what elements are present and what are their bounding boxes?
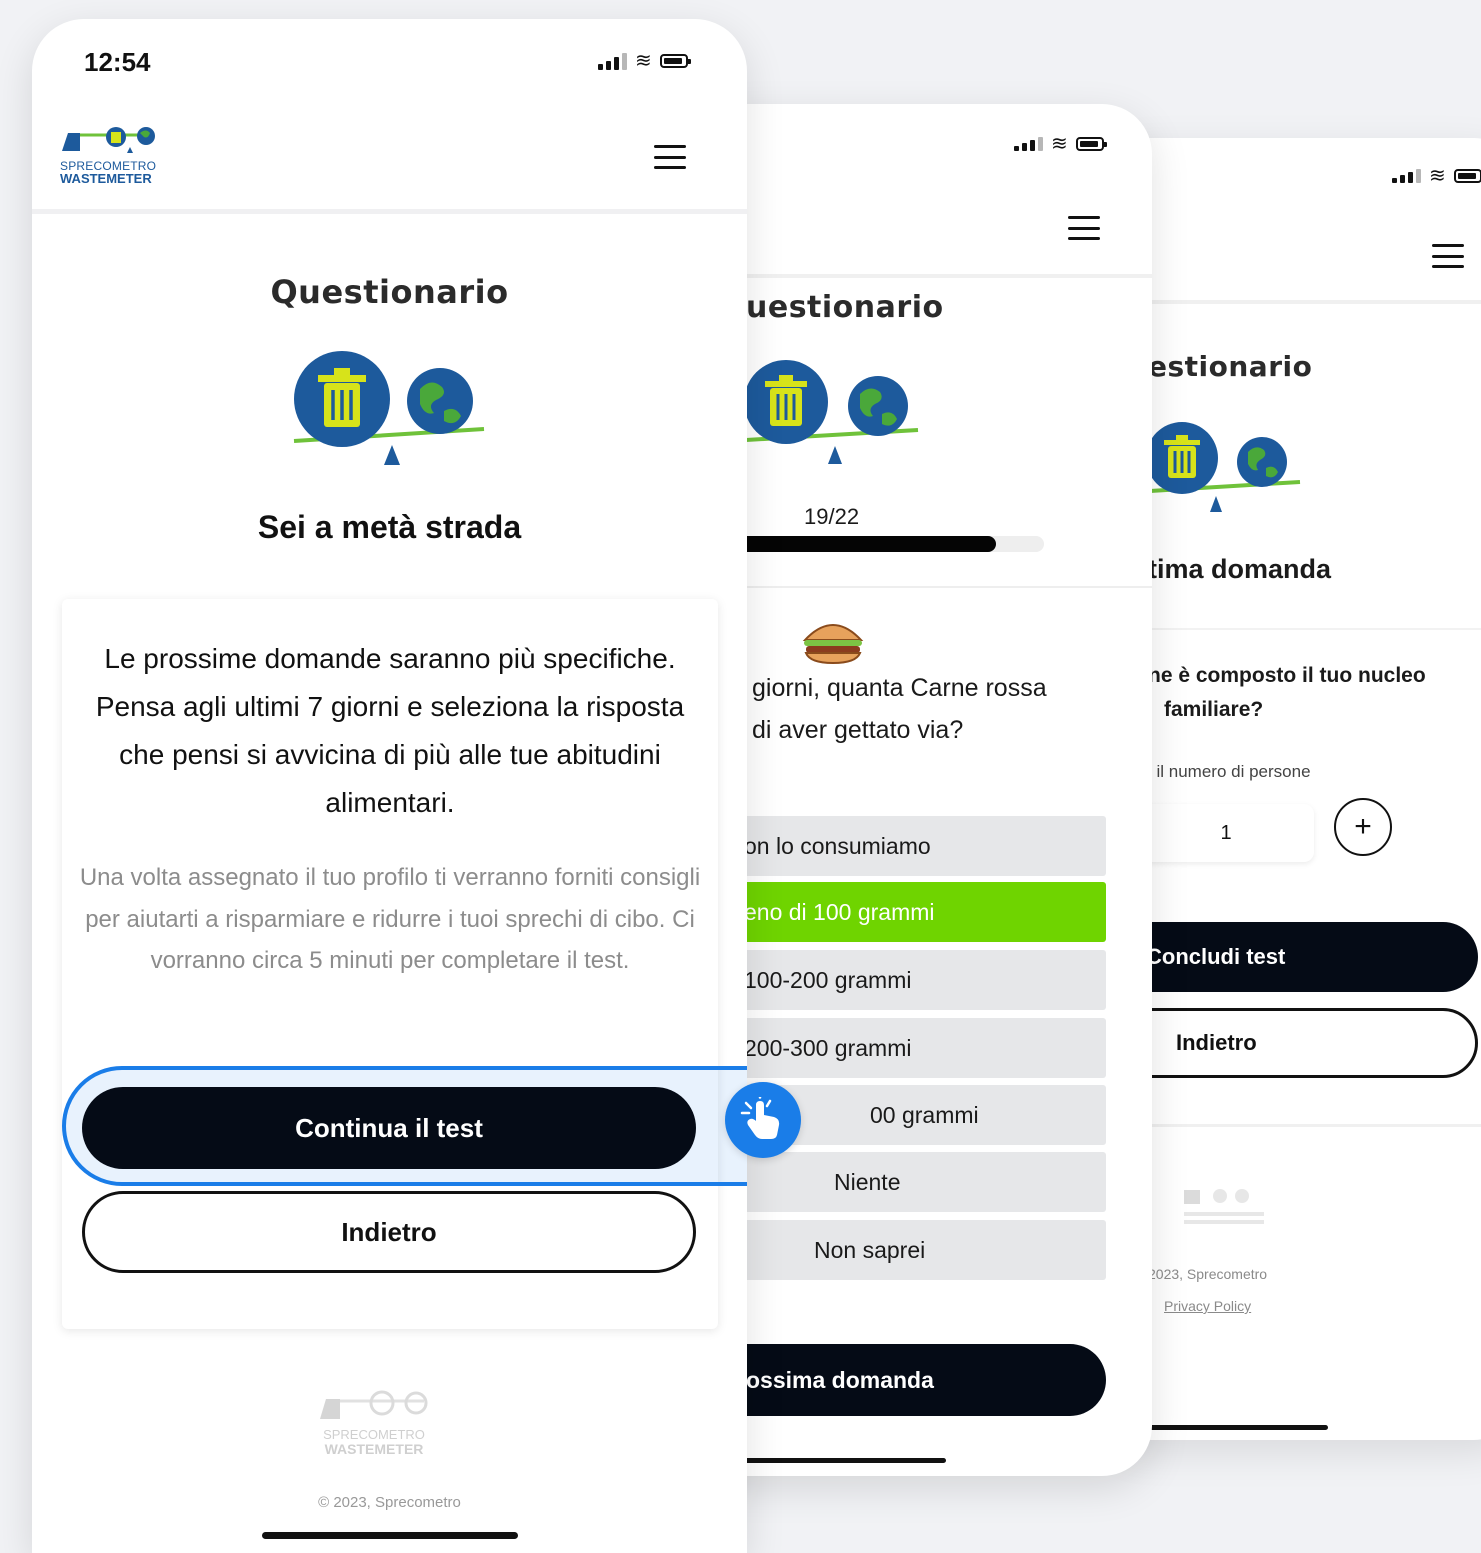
section-divider bbox=[1098, 628, 1481, 630]
next-question-button[interactable]: ossima domanda bbox=[690, 1344, 1106, 1416]
trash-scale-illustration bbox=[744, 360, 919, 464]
menu-icon[interactable] bbox=[654, 145, 686, 169]
question-line-2: familiare? bbox=[1164, 698, 1264, 721]
plus-icon[interactable]: + bbox=[1334, 798, 1392, 856]
answer-option[interactable]: on lo consumiamo bbox=[730, 816, 1106, 876]
footer-logo: SPRECOMETRO WASTEMETER bbox=[294, 1389, 454, 1471]
home-indicator bbox=[262, 1532, 518, 1539]
question-line-2: di aver gettato via? bbox=[752, 716, 964, 744]
home-indicator bbox=[740, 1458, 946, 1463]
phone-screen-final-question: ≋ estionario tima domanda ne è composto … bbox=[1098, 138, 1481, 1440]
signal-icon bbox=[1392, 169, 1421, 183]
footer-divider bbox=[1098, 1124, 1481, 1127]
footer-logo bbox=[1180, 1184, 1270, 1228]
battery-icon bbox=[1453, 169, 1481, 183]
status-icons: ≋ bbox=[1392, 166, 1481, 186]
people-count-value: 1 bbox=[1220, 821, 1232, 844]
question-line-1: giorni, quanta Carne rossa bbox=[752, 674, 1047, 702]
footer-copyright: © 2023, Sprecometro bbox=[318, 1494, 461, 1511]
answer-option[interactable]: 100-200 grammi bbox=[730, 950, 1106, 1010]
answer-option[interactable]: Niente bbox=[730, 1152, 1106, 1212]
subtitle: Sei a metà strada bbox=[257, 509, 522, 545]
phone-screen-question: ≋ uestionario 19/22 giorni, quanta Carne… bbox=[690, 104, 1152, 1476]
signal-icon bbox=[598, 52, 627, 70]
menu-icon[interactable] bbox=[1432, 244, 1464, 268]
back-button[interactable]: Indietro bbox=[82, 1191, 696, 1273]
phone-screen-halfway: 12:54 ≋ SPRECOMETRO WASTEMETER Questiona… bbox=[32, 19, 747, 1553]
wifi-icon: ≋ bbox=[1051, 133, 1068, 155]
footer-logo-line2: WASTEMETER bbox=[324, 1441, 424, 1457]
input-label: i il numero di persone bbox=[1148, 762, 1311, 781]
question-line-1: ne è composto il tuo nucleo bbox=[1148, 664, 1426, 687]
section-divider bbox=[690, 586, 1152, 588]
footer-logo-icon bbox=[320, 1390, 428, 1419]
battery-icon bbox=[659, 54, 691, 68]
header-divider bbox=[690, 274, 1152, 278]
signal-icon bbox=[1014, 137, 1043, 151]
progress-text: 19/22 bbox=[804, 504, 860, 529]
wifi-icon: ≋ bbox=[1429, 165, 1446, 187]
wifi-icon: ≋ bbox=[635, 50, 652, 72]
card-sub-text: Una volta assegnato il tuo profilo ti ve… bbox=[79, 864, 701, 974]
menu-icon[interactable] bbox=[1068, 216, 1100, 240]
logo-text-line2: WASTEMETER bbox=[60, 171, 152, 186]
answer-option[interactable]: 200-300 grammi bbox=[730, 1018, 1106, 1078]
burger-icon bbox=[802, 624, 864, 665]
globe-icon bbox=[407, 368, 473, 434]
privacy-policy-link[interactable]: Privacy Policy bbox=[1164, 1298, 1251, 1314]
page-title: Questionario bbox=[270, 273, 509, 311]
continue-test-button[interactable]: Continua il test bbox=[82, 1087, 696, 1169]
status-time: 12:54 bbox=[84, 47, 151, 77]
subtitle: tima domanda bbox=[1148, 554, 1332, 584]
answer-option[interactable]: Non saprei bbox=[730, 1220, 1106, 1280]
battery-icon bbox=[1075, 137, 1107, 151]
trash-scale-illustration bbox=[293, 351, 485, 465]
status-icons: ≋ bbox=[1014, 133, 1107, 155]
card-main-text: Le prossime domande saranno più specific… bbox=[95, 643, 685, 818]
page-title: uestionario bbox=[746, 290, 944, 325]
answer-option-selected[interactable]: eno di 100 grammi bbox=[730, 882, 1106, 942]
footer-copyright: 2023, Sprecometro bbox=[1148, 1266, 1268, 1282]
logo-graphic-icon bbox=[62, 127, 155, 153]
page-title: estionario bbox=[1148, 350, 1313, 383]
header-divider bbox=[1098, 300, 1481, 304]
back-button[interactable]: Indietro bbox=[1098, 1008, 1478, 1078]
trash-scale-illustration bbox=[1146, 422, 1301, 512]
home-indicator bbox=[1148, 1425, 1328, 1430]
people-count-input[interactable]: 1 bbox=[1138, 804, 1314, 862]
finish-test-button[interactable]: Concludi test bbox=[1098, 922, 1478, 992]
tap-hand-icon bbox=[725, 1082, 801, 1158]
app-logo[interactable]: SPRECOMETRO WASTEMETER bbox=[60, 125, 170, 191]
status-icons: ≋ bbox=[598, 50, 691, 72]
header-divider bbox=[32, 209, 747, 214]
footer-logo-line1: SPRECOMETRO bbox=[323, 1427, 425, 1442]
